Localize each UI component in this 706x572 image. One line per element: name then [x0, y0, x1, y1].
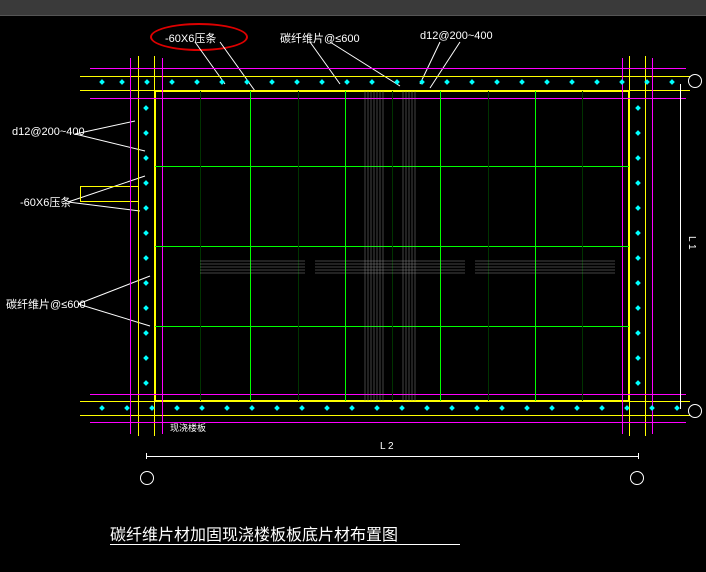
grid-bubble	[688, 74, 702, 88]
dim-L2-label: L 2	[380, 441, 394, 452]
dim-L1-label: L 1	[686, 236, 697, 250]
cad-toolbar[interactable]	[0, 0, 706, 16]
label-slab-bottom: 现浇楼板	[170, 421, 206, 434]
grid-bubble	[630, 471, 644, 485]
grid-bubble	[688, 404, 702, 418]
dim-L1-line	[680, 84, 681, 409]
grid-bubble	[140, 471, 154, 485]
drawing-title: 碳纤维片材加固现浇楼板板底片材布置图	[110, 521, 398, 545]
anchor-dots	[0, 16, 706, 436]
cad-canvas[interactable]: -60X6压条 碳纤维片@≤600 d12@200~400 d12@200~40…	[0, 16, 706, 572]
title-underline	[110, 544, 460, 545]
dim-tick	[146, 453, 147, 459]
dim-L2-line	[146, 456, 638, 457]
dim-tick	[638, 453, 639, 459]
